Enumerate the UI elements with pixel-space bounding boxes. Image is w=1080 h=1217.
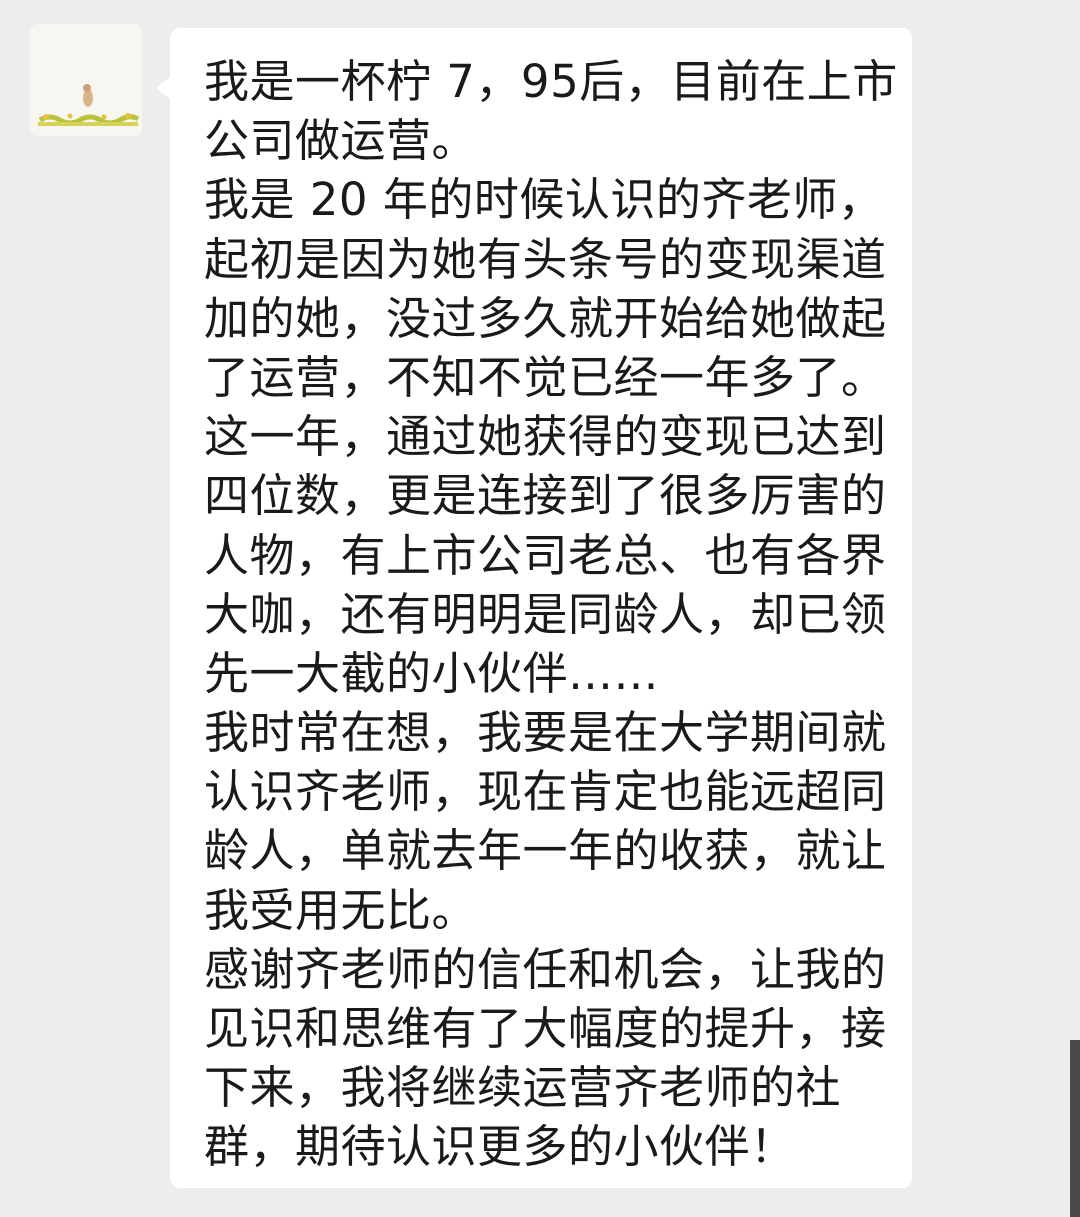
message-line: 先一大截的小伙伴…… (204, 646, 660, 700)
message-line: 下来，我将继续运营齐老师的社 (204, 1061, 842, 1115)
message-line: 认识齐老师，现在肯定也能远超同 (204, 765, 887, 819)
message-line: 这一年，通过她获得的变现已达到 (204, 410, 887, 464)
avatar-illustration-icon (30, 24, 142, 136)
message-line: 人物，有上市公司老总、也有各界 (204, 528, 887, 582)
message-line: 我时常在想，我要是在大学期间就 (204, 706, 887, 760)
message-line: 见识和思维有了大幅度的提升，接 (204, 1002, 887, 1055)
message-line: 龄人，单就去年一年的收获，就让 (204, 824, 887, 878)
message-line: 我受用无比。 (204, 883, 478, 937)
scrollbar[interactable] (1070, 1040, 1080, 1217)
message-line: 四位数，更是连接到了很多厉害的 (204, 469, 887, 523)
message-line: 了运营，不知不觉已经一年多了。 (204, 350, 887, 404)
message-line: 大咖，还有明明是同龄人，却已领 (204, 587, 887, 641)
message-bubble[interactable]: 我是一杯柠 7，95后，目前在上市 公司做运营。 我是 20 年的时候认识的齐老… (156, 28, 912, 1188)
message-line: 感谢齐老师的信任和机会，让我的 (204, 942, 887, 996)
message-line: 群，期待认识更多的小伙伴！ (204, 1120, 796, 1174)
message-line: 我是一杯柠 7，95后，目前在上市 (204, 55, 898, 108)
message-line: 公司做运营。 (204, 114, 478, 168)
message-line: 我是 20 年的时候认识的齐老师， (204, 173, 884, 227)
message-line: 起初是因为她有头条号的变现渠道 (204, 232, 887, 286)
message-line: 加的她，没过多久就开始给她做起 (204, 291, 887, 345)
sender-avatar[interactable] (30, 24, 142, 136)
